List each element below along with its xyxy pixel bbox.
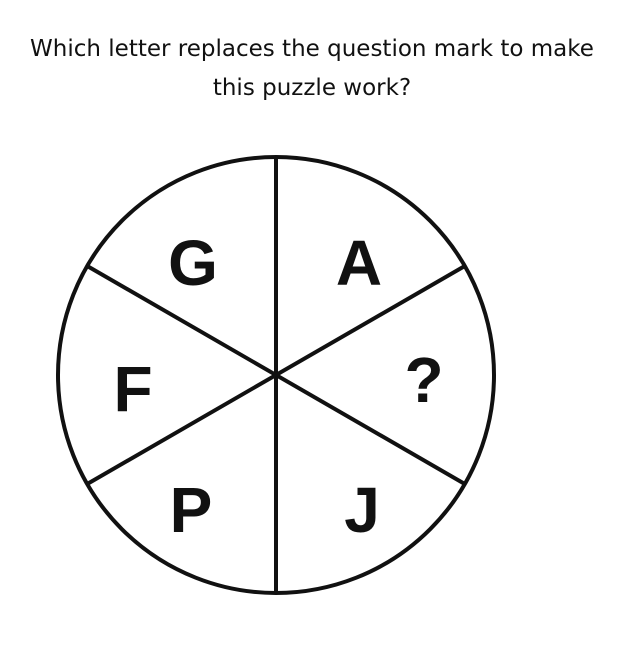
- segment-letter-left: F: [113, 353, 152, 425]
- circle-puzzle: G A ? J P F: [0, 0, 624, 653]
- segment-letter-top-left: G: [168, 227, 218, 299]
- segment-letter-right: ?: [404, 344, 443, 416]
- puzzle-diagram: G A ? J P F: [56, 155, 496, 595]
- segment-letter-top-right: A: [336, 227, 382, 299]
- segment-letter-bottom-left: P: [170, 474, 213, 546]
- segment-letter-bottom-right: J: [344, 474, 380, 546]
